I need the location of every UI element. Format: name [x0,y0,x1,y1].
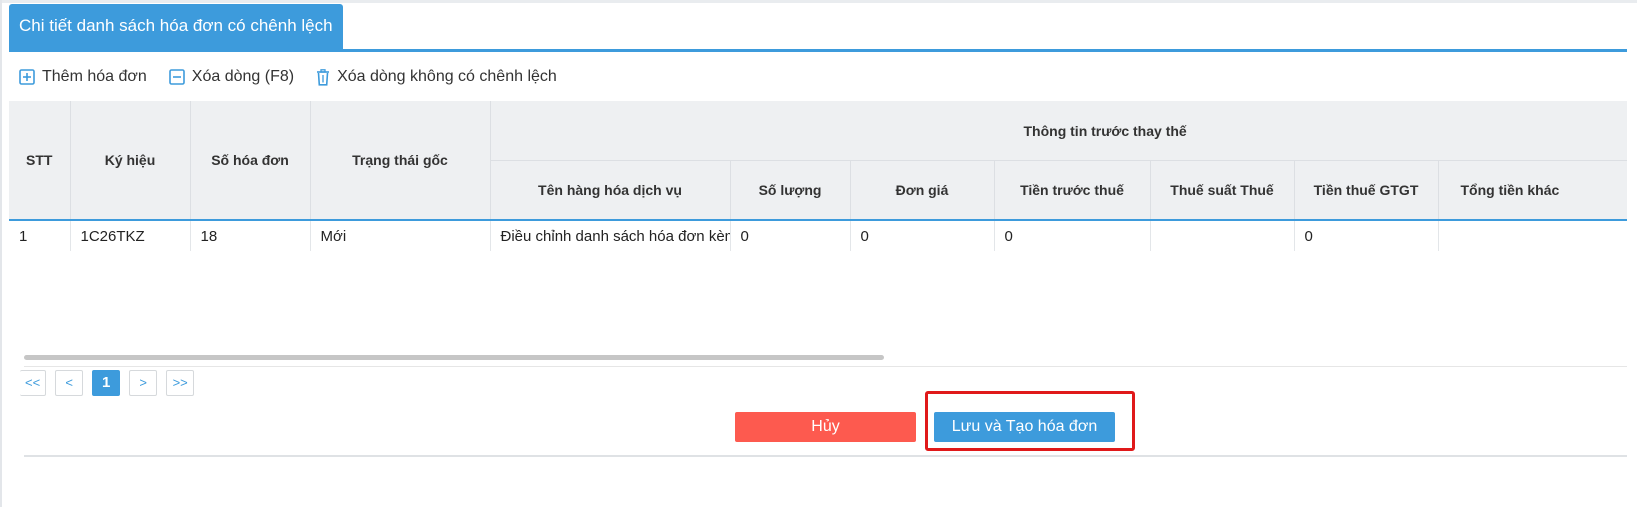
col-header-don-gia[interactable]: Đơn giá [850,160,995,221]
cell-trang-thai-goc[interactable]: Mới [310,220,491,251]
cell-tong-tien-khac[interactable] [1438,220,1627,251]
left-edge [0,0,2,507]
col-header-trang-thai-goc[interactable]: Trạng thái gốc [310,101,491,221]
cell-tien-thue[interactable]: 0 [1294,220,1439,251]
cell-so-luong[interactable]: 0 [730,220,851,251]
cell-ky-hieu[interactable]: 1C26TKZ [70,220,191,251]
pagination: << < 1 > >> [20,370,203,396]
trash-icon [317,68,330,86]
col-header-ten-hang[interactable]: Tên hàng hóa dịch vụ [490,160,731,221]
cancel-button[interactable]: Hủy [735,412,916,442]
delete-row-label: Xóa dòng (F8) [191,68,295,85]
plus-square-icon [19,69,35,85]
col-header-tong-tien-khac[interactable]: Tổng tiền khác [1438,160,1627,221]
scroll-track-divider [24,366,1627,367]
tab-bar: Chi tiết danh sách hóa đơn có chênh lệch [9,0,1627,52]
add-invoice-button[interactable]: Thêm hóa đơn [19,68,147,86]
delete-no-diff-label: Xóa dòng không có chênh lệch [337,68,557,85]
col-group-header-before-replace: Thông tin trước thay thế [490,101,1627,161]
pager-prev-button[interactable]: < [55,370,84,396]
col-header-ky-hieu[interactable]: Ký hiệu [70,101,191,221]
cell-ten-hang[interactable]: Điều chỉnh danh sách hóa đơn kèm [490,220,731,251]
table-row[interactable]: 1 1C26TKZ 18 Mới Điều chỉnh danh sách hó… [9,220,1627,251]
col-header-so-luong[interactable]: Số lượng [730,160,851,221]
invoice-table: STT Ký hiệu Số hóa đơn Trạng thái gốc Th… [9,101,1627,251]
cell-thue-suat[interactable] [1150,220,1295,251]
cell-don-gia[interactable]: 0 [850,220,995,251]
tab-invoice-diff-detail[interactable]: Chi tiết danh sách hóa đơn có chênh lệch [9,4,343,50]
pager-first-button[interactable]: << [20,370,47,396]
invoice-grid: STT Ký hiệu Số hóa đơn Trạng thái gốc Th… [9,101,1627,251]
cell-tien-truoc-thue[interactable]: 0 [994,220,1151,251]
tab-underline [9,49,1627,52]
add-invoice-label: Thêm hóa đơn [42,68,147,85]
cell-so-hoa-don[interactable]: 18 [190,220,311,251]
horizontal-scrollbar[interactable] [24,355,884,360]
pager-page-1[interactable]: 1 [92,370,121,396]
delete-row-button[interactable]: Xóa dòng (F8) [168,68,295,86]
toolbar: Thêm hóa đơn Xóa dòng (F8) Xóa dòng khôn… [19,64,579,90]
col-header-thue-suat[interactable]: Thuế suất Thuế [1150,160,1295,221]
delete-no-diff-rows-button[interactable]: Xóa dòng không có chênh lệch [316,68,557,86]
col-header-so-hoa-don[interactable]: Số hóa đơn [190,101,311,221]
cell-stt[interactable]: 1 [9,220,71,251]
minus-square-icon [168,69,185,85]
col-header-stt[interactable]: STT [9,101,71,221]
col-header-tien-thue[interactable]: Tiền thuế GTGT [1294,160,1439,221]
bottom-divider [24,455,1627,457]
pager-last-button[interactable]: >> [166,370,195,396]
highlight-annotation-box [925,391,1135,451]
col-header-tien-truoc-thue[interactable]: Tiền trước thuế [994,160,1151,221]
pager-next-button[interactable]: > [129,370,158,396]
